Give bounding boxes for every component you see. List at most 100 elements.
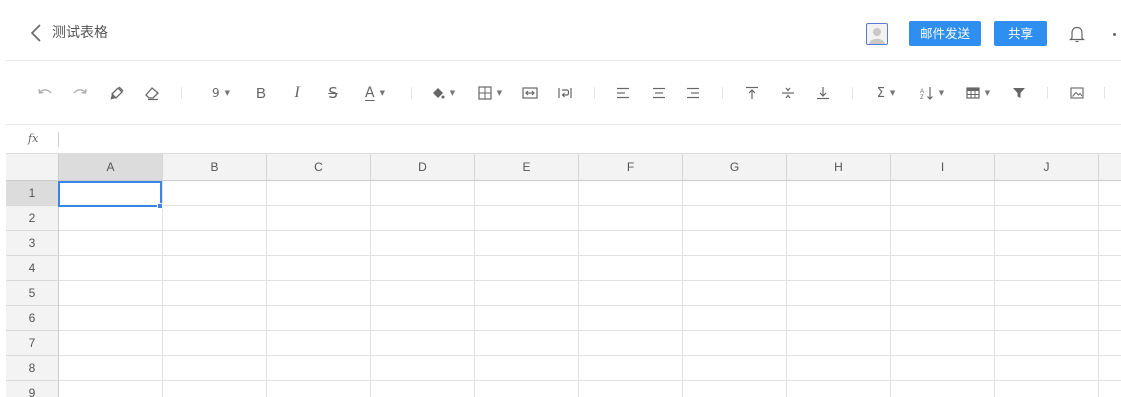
fill-color-button[interactable]: ▼ (429, 79, 457, 107)
cell-c9[interactable] (267, 381, 371, 397)
cell-b4[interactable] (163, 256, 267, 281)
cell-a1[interactable] (59, 181, 163, 206)
column-header-d[interactable]: D (371, 154, 475, 181)
cell-h8[interactable] (787, 356, 891, 381)
row-header-7[interactable]: 7 (6, 331, 59, 356)
align-bottom-icon[interactable] (813, 79, 833, 107)
cell-d3[interactable] (371, 231, 475, 256)
cell-j3[interactable] (995, 231, 1099, 256)
cell-f1[interactable] (579, 181, 683, 206)
cell-h1[interactable] (787, 181, 891, 206)
borders-button[interactable]: ▼ (476, 79, 504, 107)
cell-i6[interactable] (891, 306, 995, 331)
select-all-corner[interactable] (6, 154, 59, 181)
cell-d5[interactable] (371, 281, 475, 306)
row-header-1[interactable]: 1 (6, 181, 59, 206)
cell-i2[interactable] (891, 206, 995, 231)
align-right-icon[interactable] (683, 79, 703, 107)
row-header-5[interactable]: 5 (6, 281, 59, 306)
row-header-8[interactable]: 8 (6, 356, 59, 381)
row-header-6[interactable]: 6 (6, 306, 59, 331)
cell-h2[interactable] (787, 206, 891, 231)
cell-f3[interactable] (579, 231, 683, 256)
table-format-button[interactable]: ▼ (964, 79, 992, 107)
more-icon[interactable] (1113, 33, 1116, 36)
cell-e8[interactable] (475, 356, 579, 381)
cell-b3[interactable] (163, 231, 267, 256)
align-center-icon[interactable] (649, 79, 669, 107)
cell-j9[interactable] (995, 381, 1099, 397)
cell-e9[interactable] (475, 381, 579, 397)
cell-g4[interactable] (683, 256, 787, 281)
cell-e4[interactable] (475, 256, 579, 281)
cell-d9[interactable] (371, 381, 475, 397)
cell-h4[interactable] (787, 256, 891, 281)
redo-icon[interactable] (69, 79, 91, 107)
cell-b2[interactable] (163, 206, 267, 231)
cell-e3[interactable] (475, 231, 579, 256)
cell-b6[interactable] (163, 306, 267, 331)
cell-f8[interactable] (579, 356, 683, 381)
cell-h3[interactable] (787, 231, 891, 256)
cell-e2[interactable] (475, 206, 579, 231)
cell-f5[interactable] (579, 281, 683, 306)
cell-i3[interactable] (891, 231, 995, 256)
cell-next7[interactable] (1099, 331, 1121, 356)
cell-c6[interactable] (267, 306, 371, 331)
filter-icon[interactable] (1009, 79, 1029, 107)
cell-f7[interactable] (579, 331, 683, 356)
cell-a6[interactable] (59, 306, 163, 331)
avatar[interactable] (866, 23, 888, 45)
cell-i1[interactable] (891, 181, 995, 206)
cell-b5[interactable] (163, 281, 267, 306)
column-header-e[interactable]: E (475, 154, 579, 181)
cell-h9[interactable] (787, 381, 891, 397)
cell-a8[interactable] (59, 356, 163, 381)
cell-a3[interactable] (59, 231, 163, 256)
row-header-2[interactable]: 2 (6, 206, 59, 231)
align-left-icon[interactable] (613, 79, 633, 107)
cell-e6[interactable] (475, 306, 579, 331)
cell-j7[interactable] (995, 331, 1099, 356)
cell-f6[interactable] (579, 306, 683, 331)
bold-button[interactable]: B (252, 79, 270, 107)
cell-c8[interactable] (267, 356, 371, 381)
row-header-9[interactable]: 9 (6, 381, 59, 397)
cell-a9[interactable] (59, 381, 163, 397)
cell-c4[interactable] (267, 256, 371, 281)
row-header-4[interactable]: 4 (6, 256, 59, 281)
cell-g3[interactable] (683, 231, 787, 256)
cell-next2[interactable] (1099, 206, 1121, 231)
cell-c7[interactable] (267, 331, 371, 356)
cell-j8[interactable] (995, 356, 1099, 381)
back-icon[interactable] (28, 22, 46, 44)
column-header-f[interactable]: F (579, 154, 683, 181)
column-header-j[interactable]: J (995, 154, 1099, 181)
cell-a2[interactable] (59, 206, 163, 231)
cell-j6[interactable] (995, 306, 1099, 331)
cell-d2[interactable] (371, 206, 475, 231)
column-header-i[interactable]: I (891, 154, 995, 181)
cell-j2[interactable] (995, 206, 1099, 231)
cell-next5[interactable] (1099, 281, 1121, 306)
cell-g9[interactable] (683, 381, 787, 397)
column-header-b[interactable]: B (163, 154, 267, 181)
cell-g1[interactable] (683, 181, 787, 206)
mail-send-button[interactable]: 邮件发送 (909, 21, 981, 46)
cell-next8[interactable] (1099, 356, 1121, 381)
document-title[interactable]: 测试表格 (52, 24, 108, 42)
column-header-g[interactable]: G (683, 154, 787, 181)
cell-next1[interactable] (1099, 181, 1121, 206)
cell-i7[interactable] (891, 331, 995, 356)
cell-i8[interactable] (891, 356, 995, 381)
cell-c3[interactable] (267, 231, 371, 256)
cell-d4[interactable] (371, 256, 475, 281)
cell-e1[interactable] (475, 181, 579, 206)
column-header-next[interactable] (1099, 154, 1121, 181)
cell-j5[interactable] (995, 281, 1099, 306)
row-header-3[interactable]: 3 (6, 231, 59, 256)
eraser-icon[interactable] (141, 79, 163, 107)
align-top-icon[interactable] (742, 79, 762, 107)
cell-j1[interactable] (995, 181, 1099, 206)
cell-h7[interactable] (787, 331, 891, 356)
